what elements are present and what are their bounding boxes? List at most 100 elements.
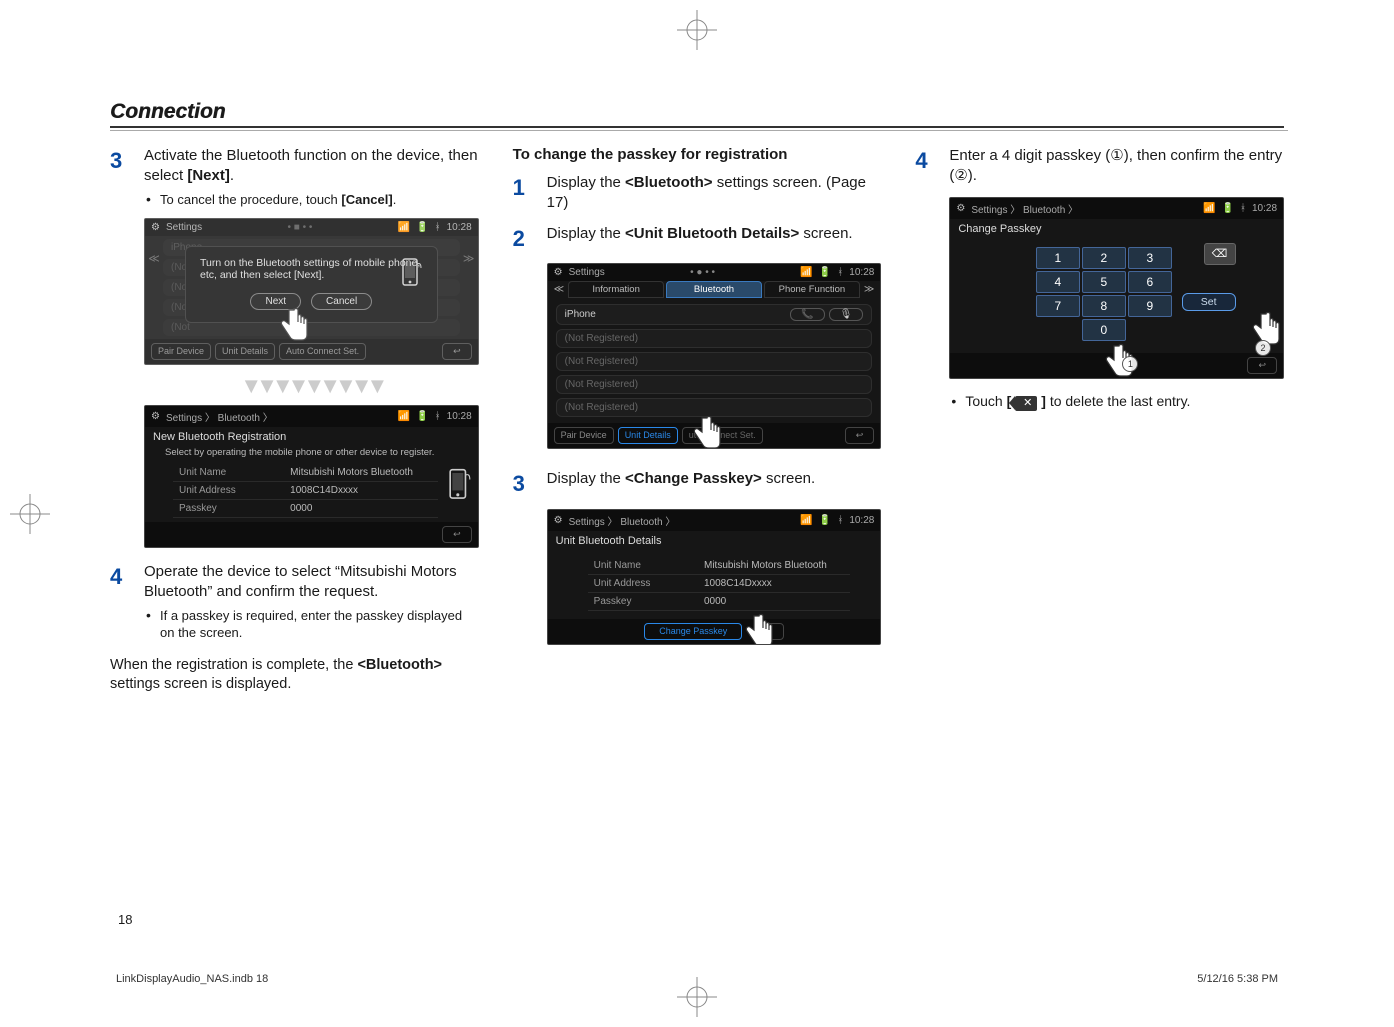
keypad-4[interactable]: 4	[1036, 271, 1080, 293]
completion-note: When the registration is complete, the <…	[110, 656, 479, 695]
clock: 10:28	[849, 267, 874, 278]
bullet-text: To cancel the procedure, touch	[160, 192, 341, 207]
back-button[interactable]: ↩	[442, 343, 472, 360]
back-button[interactable]: ↩	[754, 623, 784, 640]
label-unit-name: Unit Name	[588, 557, 698, 575]
screenshot-bluetooth-prompt: Settings • ■ • • 📶🔋ᚼ10:28 ≪ iPhone (Not …	[144, 218, 479, 365]
step-text: Display the	[547, 470, 625, 487]
print-slug-right: 5/12/16 5:38 PM	[1197, 973, 1278, 985]
tab-pair-device[interactable]: Pair Device	[554, 427, 614, 444]
bullet-dot: •	[146, 607, 152, 642]
device-row[interactable]: (Not Registered)	[556, 375, 873, 394]
step-key: <Change Passkey>	[625, 470, 762, 487]
keypad-7[interactable]: 7	[1036, 295, 1080, 317]
bullet-dot: •	[146, 191, 152, 209]
signal-icon: 📶	[800, 267, 812, 278]
step-number: 3	[513, 469, 535, 499]
tab-unit-details[interactable]: Unit Details	[215, 343, 275, 360]
gear-icon	[554, 515, 563, 526]
bluetooth-icon: ᚼ	[1240, 203, 1246, 214]
device-row[interactable]: (Not Registered)	[556, 398, 873, 417]
phone-audio-icon[interactable]: 📞	[790, 308, 824, 321]
modal-text-line2: etc, and then select [Next].	[200, 269, 423, 281]
next-button[interactable]: Next	[250, 293, 301, 310]
step-4: 4 Operate the device to select “Mitsubis…	[110, 562, 479, 642]
screenshot-new-registration: Settings 〉 Bluetooth 〉 📶🔋ᚼ10:28 New Blue…	[144, 405, 479, 548]
keypad-3[interactable]: 3	[1128, 247, 1172, 269]
down-arrow-icon: ▼▼▼▼▼▼▼▼▼	[144, 373, 479, 399]
cancel-button[interactable]: Cancel	[311, 293, 372, 310]
signal-icon: 📶	[398, 222, 410, 233]
step-number: 3	[110, 146, 132, 208]
tab-scroll-left[interactable]: ≪	[552, 284, 566, 295]
battery-icon: 🔋	[416, 222, 428, 233]
signal-icon: 📶	[800, 515, 812, 526]
set-button[interactable]: Set	[1182, 293, 1236, 311]
value-unit-name: Mitsubishi Motors Bluetooth	[284, 464, 438, 482]
tab-pair-device[interactable]: Pair Device	[151, 343, 211, 360]
column-3: 4 Enter a 4 digit passkey (①), then conf…	[915, 146, 1284, 695]
print-slug-left: LinkDisplayAudio_NAS.indb 18	[116, 973, 268, 985]
clock: 10:28	[447, 411, 472, 422]
bullet-text: to delete the last entry.	[1046, 393, 1191, 409]
keypad-2[interactable]: 2	[1082, 247, 1126, 269]
gear-icon	[151, 411, 160, 422]
keypad-6[interactable]: 6	[1128, 271, 1172, 293]
step-text: Display the	[547, 225, 625, 242]
value-unit-name: Mitsubishi Motors Bluetooth	[698, 557, 850, 575]
keypad-9[interactable]: 9	[1128, 295, 1172, 317]
keypad-0[interactable]: 0	[1082, 319, 1126, 341]
bluetooth-icon: ᚼ	[435, 411, 441, 422]
subheading: To change the passkey for registration	[513, 146, 882, 163]
tab-auto-connect[interactable]: uto Connect Set.	[682, 427, 763, 444]
step-text: Enter a 4 digit passkey (	[949, 147, 1110, 164]
battery-icon: 🔋	[1222, 203, 1234, 214]
device-row[interactable]: (Not Registered)	[556, 352, 873, 371]
tab-phone-function[interactable]: Phone Function	[764, 281, 860, 298]
value-passkey: 0000	[284, 500, 438, 518]
breadcrumb: Settings	[166, 222, 202, 233]
screenshot-unit-details: Settings 〉 Bluetooth 〉 📶🔋ᚼ10:28 Unit Blu…	[547, 509, 882, 645]
screen-title: Change Passkey	[950, 219, 1283, 237]
device-row[interactable]: (Not Registered)	[556, 329, 873, 348]
step-number: 4	[110, 562, 132, 642]
step-text: Display the	[547, 174, 625, 191]
back-button[interactable]: ↩	[845, 427, 875, 444]
step-4b: 4 Enter a 4 digit passkey (①), then conf…	[915, 146, 1284, 187]
gear-icon	[554, 267, 563, 278]
value-unit-address: 1008C14Dxxxx	[698, 574, 850, 592]
bluetooth-icon: ᚼ	[435, 222, 441, 233]
note-key: <Bluetooth>	[357, 657, 442, 673]
circled-2: ②	[954, 167, 967, 184]
change-passkey-button[interactable]: Change Passkey	[644, 623, 742, 640]
clock: 10:28	[447, 222, 472, 233]
back-button[interactable]: ↩	[442, 526, 472, 543]
keypad-1[interactable]: 1	[1036, 247, 1080, 269]
step-text-end: screen.	[799, 225, 852, 242]
page-title: Connection	[110, 100, 1284, 128]
step-1: 1 Display the <Bluetooth> settings scree…	[513, 173, 882, 214]
signal-icon: 📶	[398, 411, 410, 422]
bullet-dot: •	[951, 393, 957, 411]
tab-auto-connect[interactable]: Auto Connect Set.	[279, 343, 366, 360]
marker-2: 2	[1255, 340, 1271, 356]
value-passkey: 0000	[698, 592, 850, 610]
mic-icon[interactable]: 🎙	[829, 308, 864, 321]
bluetooth-icon: ᚼ	[837, 515, 843, 526]
screen-title: New Bluetooth Registration	[145, 427, 478, 445]
column-1: 3 Activate the Bluetooth function on the…	[110, 146, 479, 695]
tab-information[interactable]: Information	[568, 281, 664, 298]
backspace-button[interactable]: ⌫	[1204, 243, 1236, 265]
keypad-5[interactable]: 5	[1082, 271, 1126, 293]
tab-scroll-right[interactable]: ≫	[862, 284, 876, 295]
crop-mark-left	[10, 494, 50, 534]
back-button[interactable]: ↩	[1247, 357, 1277, 374]
bluetooth-icon: ᚼ	[837, 267, 843, 278]
keypad-8[interactable]: 8	[1082, 295, 1126, 317]
tab-unit-details[interactable]: Unit Details	[618, 427, 678, 444]
screen-description: Select by operating the mobile phone or …	[145, 445, 478, 464]
modal-text-line1: Turn on the Bluetooth settings of mobile…	[200, 257, 423, 269]
tab-bluetooth[interactable]: Bluetooth	[666, 281, 762, 298]
device-row[interactable]: iPhone 📞🎙	[556, 304, 873, 325]
label-passkey: Passkey	[173, 500, 284, 518]
